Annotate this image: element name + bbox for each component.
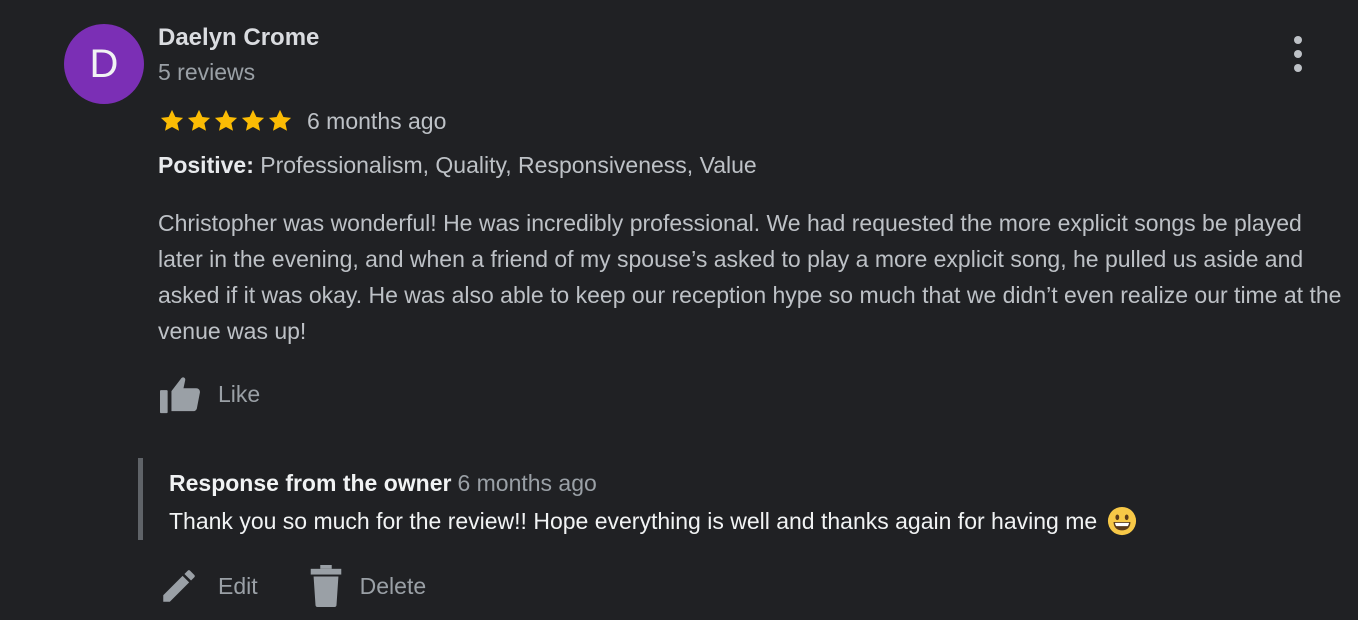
more-vert-icon-dot bbox=[1294, 64, 1302, 72]
trash-icon bbox=[310, 565, 341, 607]
owner-response: Response from the owner 6 months ago Than… bbox=[138, 458, 1349, 540]
positive-attributes: Positive: Professionalism, Quality, Resp… bbox=[158, 152, 757, 179]
owner-response-label: Response from the owner bbox=[169, 470, 452, 496]
star-icon bbox=[241, 109, 265, 131]
edit-button[interactable]: Edit bbox=[158, 565, 258, 607]
star-icon bbox=[160, 109, 184, 131]
owner-response-text: Thank you so much for the review!! Hope … bbox=[169, 507, 1098, 534]
pencil-icon bbox=[163, 570, 195, 602]
rating-row: 6 months ago bbox=[158, 104, 446, 138]
more-vert-icon bbox=[1294, 36, 1302, 44]
owner-response-header: Response from the owner 6 months ago bbox=[169, 470, 1349, 497]
star-icon bbox=[214, 109, 238, 131]
star-icon bbox=[187, 109, 211, 131]
grinning-face-emoji-icon bbox=[1108, 506, 1137, 536]
edit-label: Edit bbox=[218, 572, 258, 599]
star-rating bbox=[158, 107, 293, 135]
author-avatar[interactable]: D bbox=[64, 24, 144, 104]
author-review-count[interactable]: 5 reviews bbox=[158, 59, 255, 86]
more-vert-icon-dot bbox=[1294, 50, 1302, 58]
delete-button[interactable]: Delete bbox=[310, 565, 426, 607]
author-name[interactable]: Daelyn Crome bbox=[158, 24, 319, 52]
delete-label: Delete bbox=[359, 572, 427, 599]
positive-values: Professionalism, Quality, Responsiveness… bbox=[260, 152, 757, 178]
more-options-button[interactable] bbox=[1282, 36, 1314, 72]
thumbs-up-icon bbox=[160, 377, 200, 414]
avatar-letter: D bbox=[89, 42, 119, 86]
positive-label: Positive: bbox=[158, 152, 254, 178]
owner-response-time: 6 months ago bbox=[457, 470, 597, 496]
star-icon bbox=[268, 109, 292, 131]
like-label: Like bbox=[218, 380, 261, 407]
review-time: 6 months ago bbox=[307, 107, 447, 134]
review-text: Christopher was wonderful! He was incred… bbox=[158, 210, 1342, 344]
like-button[interactable]: Like bbox=[158, 372, 260, 416]
response-actions: Edit Delete bbox=[158, 562, 478, 610]
owner-response-text-row: Thank you so much for the review!! Hope … bbox=[169, 506, 1349, 536]
